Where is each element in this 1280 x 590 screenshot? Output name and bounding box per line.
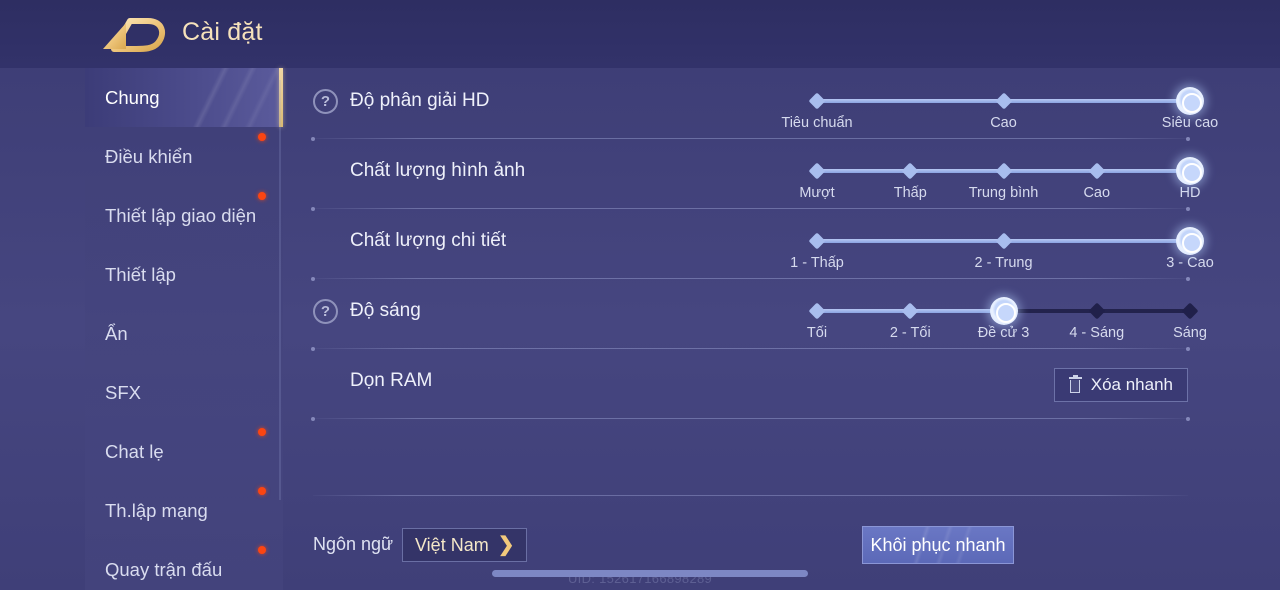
sidebar-item-7[interactable]: Chat lẹ [85,422,283,481]
setting-slider-1[interactable]: Tiêu chuẩn Cao Siêu cao [781,87,1218,135]
notification-dot-icon [258,487,266,495]
slider-tick-label-3: 3 - Cao [1166,255,1214,271]
sidebar-item-label: SFX [105,381,141,403]
setting-row-label: Chất lượng hình ảnh [350,160,526,181]
header-bar: Cài đặt [0,0,1280,68]
notification-dot-icon [258,428,266,436]
sidebar-item-4[interactable]: Thiết lập [85,245,283,304]
slider-tick-1[interactable] [808,232,826,250]
sidebar-item-8[interactable]: Th.lập mạng [85,481,283,540]
sidebar-item-label: Điều khiển [105,145,193,167]
slider-handle[interactable] [989,297,1018,325]
clear-ram-label: Xóa nhanh [1090,375,1173,394]
garena-d-logo-icon [100,13,172,55]
settings-content: ? Độ phân giải HD Tiêu chuẩn Cao Siêu cao Chấ… [283,68,1280,590]
settings-screen: Cài đặt Chung Điều khiển Thiết lập giao di… [0,0,1280,590]
slider-tick-label-1: Tiêu chuẩn [781,115,853,131]
language-select-button[interactable]: Việt Nam ❯ [402,528,528,562]
trash-icon [1068,375,1082,393]
slider-handle[interactable] [1176,227,1204,255]
sidebar-scroll-track[interactable] [279,80,281,500]
notification-dot-icon [258,133,266,141]
setting-slider-2[interactable]: Mượt Thấp Trung bình Cao HD [799,157,1204,205]
sidebar-item-2[interactable]: Điều khiển [85,127,283,186]
sidebar-item-1[interactable]: Chung [85,68,283,127]
slider-tick-label-2: 2 - Tối [889,325,931,341]
slider-tick-label-3: Siêu cao [1161,115,1219,131]
chevron-right-icon: ❯ [497,534,515,556]
slider-tick-1[interactable] [808,92,826,110]
sidebar[interactable]: Chung Điều khiển Thiết lập giao diện Thiết … [85,68,283,590]
footer-divider [313,495,1188,496]
notification-dot-icon [258,192,266,200]
quick-restore-label: Khôi phục nhanh [870,534,1006,555]
sidebar-item-label: Ẩn [105,322,128,344]
slider-tick-label-4: Cao [1083,185,1111,201]
language-value: Việt Nam [415,534,489,555]
slider-tick-5[interactable] [1181,302,1199,320]
setting-row-5: Dọn RAM Xóa nhanh [313,349,1206,419]
page-title: Cài đặt [182,18,263,46]
sidebar-item-label: Thiết lập [105,263,176,285]
slider-tick-label-1: 1 - Thấp [790,255,844,271]
slider-tick-2[interactable] [995,232,1012,250]
slider-tick-4[interactable] [1088,162,1106,180]
setting-row-label: Chất lượng chi tiết [350,230,507,251]
slider-tick-label-4: 4 - Sáng [1069,325,1125,341]
sidebar-item-label: Thiết lập giao diện [105,204,257,226]
slider-tick-label-2: Thấp [893,185,927,201]
setting-row-2: Chất lượng hình ảnh Mượt Thấp Trung bình Cao… [313,139,1206,209]
setting-slider-4[interactable]: Tối 2 - Tối Đề cử 3 4 - Sáng Sáng [807,297,1207,345]
setting-row-label: Độ sáng [350,300,421,321]
slider-tick-2[interactable] [901,162,919,180]
question-mark-icon[interactable]: ? [313,89,338,114]
slider-tick-label-3: Trung bình [968,185,1039,201]
horizontal-scrollbar[interactable] [492,570,808,577]
sidebar-item-5[interactable]: Ẩn [85,304,283,363]
setting-slider-3[interactable]: 1 - Thấp 2 - Trung 3 - Cao [790,227,1214,275]
slider-tick-label-1: Tối [806,325,828,341]
slider-tick-label-3: Đề cử 3 [977,325,1030,341]
slider-tick-label-5: Sáng [1173,325,1207,341]
slider-handle[interactable] [1176,87,1204,115]
question-mark-icon[interactable]: ? [313,299,338,324]
setting-row-label: Độ phân giải HD [350,90,490,111]
slider-tick-label-1: Mượt [799,185,835,201]
sidebar-item-3[interactable]: Thiết lập giao diện [85,186,283,245]
language-label: Ngôn ngữ [313,534,394,554]
clear-ram-button[interactable]: Xóa nhanh [1053,368,1188,402]
slider-tick-2[interactable] [901,302,919,320]
quick-restore-button[interactable]: Khôi phục nhanh [862,526,1014,564]
slider-handle[interactable] [1176,157,1204,185]
slider-tick-4[interactable] [1088,302,1106,320]
sidebar-item-label: Chung [105,86,160,108]
slider-tick-label-5: HD [1179,185,1201,201]
sidebar-item-label: Chat lẹ [105,440,164,462]
slider-tick-label-2: Cao [990,115,1017,131]
setting-row-3: Chất lượng chi tiết 1 - Thấp 2 - Trung 3 - … [313,209,1214,279]
slider-tick-1[interactable] [808,162,826,180]
notification-dot-icon [258,546,266,554]
slider-tick-2[interactable] [995,92,1012,110]
setting-row-1: ? Độ phân giải HD Tiêu chuẩn Cao Siêu cao [313,69,1218,139]
sidebar-item-6[interactable]: SFX [85,363,283,422]
slider-tick-3[interactable] [995,162,1012,180]
setting-row-4: ? Độ sáng Tối 2 - Tối Đề cử 3 4 - Sáng Sáng [313,279,1207,349]
slider-tick-label-2: 2 - Trung [974,255,1033,271]
sidebar-item-label: Th.lập mạng [105,499,208,521]
setting-row-label: Dọn RAM [350,370,433,391]
slider-tick-1[interactable] [808,302,826,320]
